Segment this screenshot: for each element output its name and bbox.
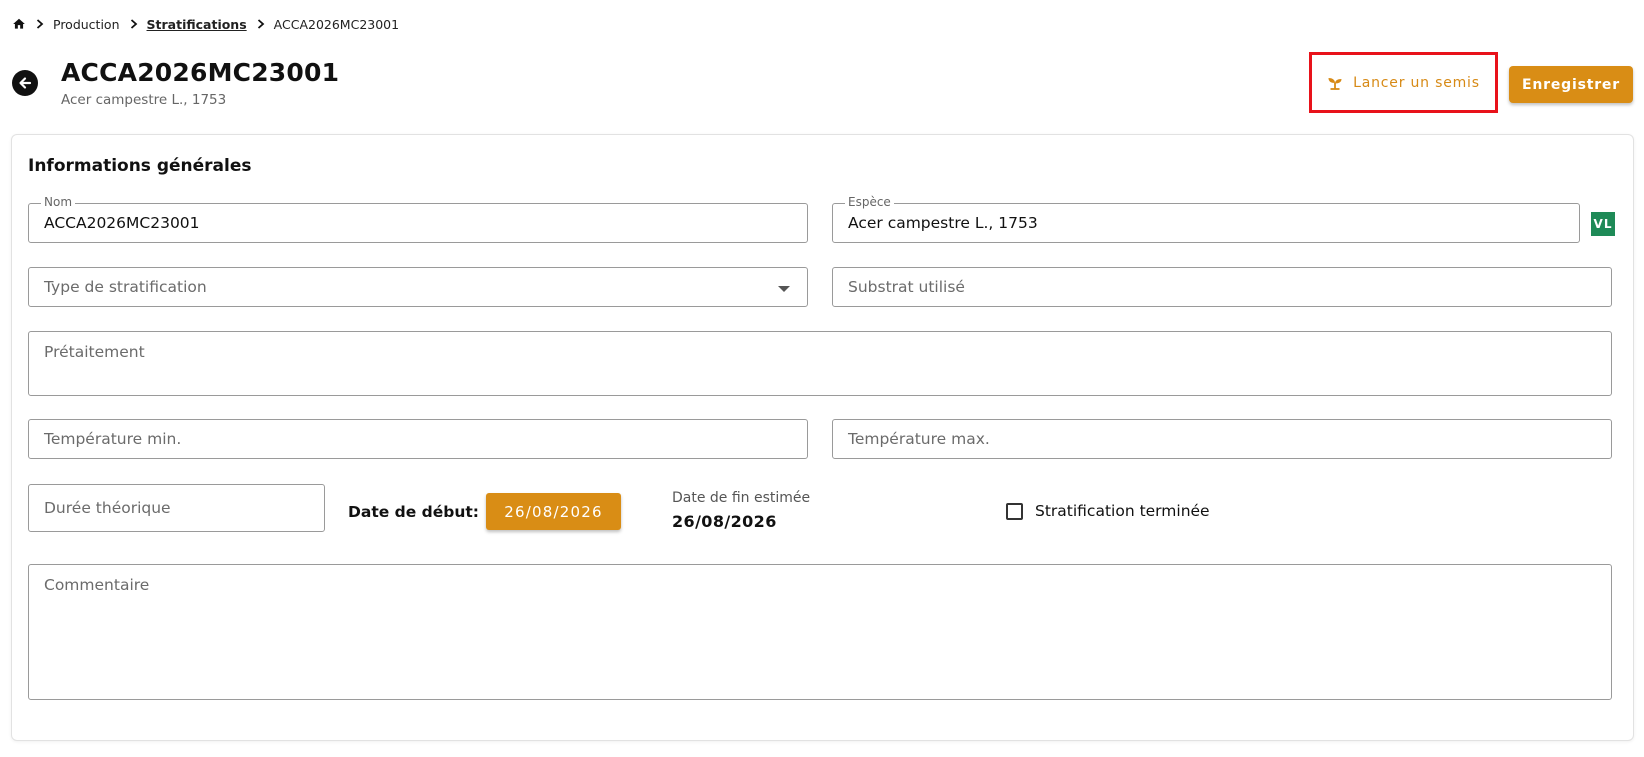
name-field-value: ACCA2026MC23001 <box>44 214 200 232</box>
end-date-label: Date de fin estimée <box>672 490 811 506</box>
comment-textarea[interactable]: Commentaire <box>28 564 1612 700</box>
stratification-type-placeholder: Type de stratification <box>44 278 207 296</box>
pretreatment-textarea[interactable]: Prétaitement <box>28 331 1612 396</box>
breadcrumb-item-stratifications[interactable]: Stratifications <box>147 17 247 32</box>
launch-sowing-button[interactable]: Lancer un semis <box>1327 75 1480 91</box>
name-field[interactable]: Nom ACCA2026MC23001 <box>28 195 808 243</box>
sprout-icon <box>1328 77 1342 90</box>
save-button[interactable]: Enregistrer <box>1509 66 1633 103</box>
chevron-right-icon <box>36 19 44 29</box>
species-field[interactable]: Espèce Acer campestre L., 1753 <box>832 195 1580 243</box>
duration-placeholder: Durée théorique <box>44 499 171 517</box>
chevron-right-icon <box>257 19 265 29</box>
breadcrumb: Production Stratifications ACCA2026MC230… <box>12 15 399 33</box>
breadcrumb-item-production[interactable]: Production <box>53 17 120 32</box>
stratification-type-select[interactable]: Type de stratification <box>28 267 808 307</box>
comment-placeholder: Commentaire <box>44 576 150 594</box>
breadcrumb-item-current: ACCA2026MC23001 <box>273 16 400 32</box>
temp-max-field[interactable]: Température max. <box>832 419 1612 459</box>
duration-field[interactable]: Durée théorique <box>28 484 325 532</box>
temp-min-placeholder: Température min. <box>44 430 182 448</box>
start-date-label: Date de début: <box>348 503 479 521</box>
name-field-label: Nom <box>41 195 76 209</box>
start-date-button[interactable]: 26/08/2026 <box>486 493 621 530</box>
chevron-right-icon <box>130 19 137 29</box>
back-button[interactable] <box>12 70 38 96</box>
caret-down-icon <box>778 286 790 292</box>
arrow-left-icon <box>19 77 32 89</box>
substrate-placeholder: Substrat utilisé <box>848 278 965 296</box>
semis-highlight: Lancer un semis <box>1309 52 1498 113</box>
species-field-value: Acer campestre L., 1753 <box>848 214 1038 232</box>
temp-min-field[interactable]: Température min. <box>28 419 808 459</box>
temp-max-placeholder: Température max. <box>848 430 990 448</box>
section-title: Informations générales <box>28 156 252 176</box>
page-subtitle: Acer campestre L., 1753 <box>61 92 227 108</box>
vl-badge[interactable]: VL <box>1591 212 1615 236</box>
launch-sowing-label: Lancer un semis <box>1353 74 1480 91</box>
home-icon[interactable] <box>12 17 26 31</box>
end-date-value: 26/08/2026 <box>672 512 777 531</box>
substrate-field[interactable]: Substrat utilisé <box>832 267 1612 307</box>
stratification-done-checkbox[interactable] <box>1006 503 1023 520</box>
species-field-label: Espèce <box>845 195 894 209</box>
stratification-done-label[interactable]: Stratification terminée <box>1035 502 1210 520</box>
page-title: ACCA2026MC23001 <box>61 58 340 87</box>
pretreatment-placeholder: Prétaitement <box>44 343 145 361</box>
